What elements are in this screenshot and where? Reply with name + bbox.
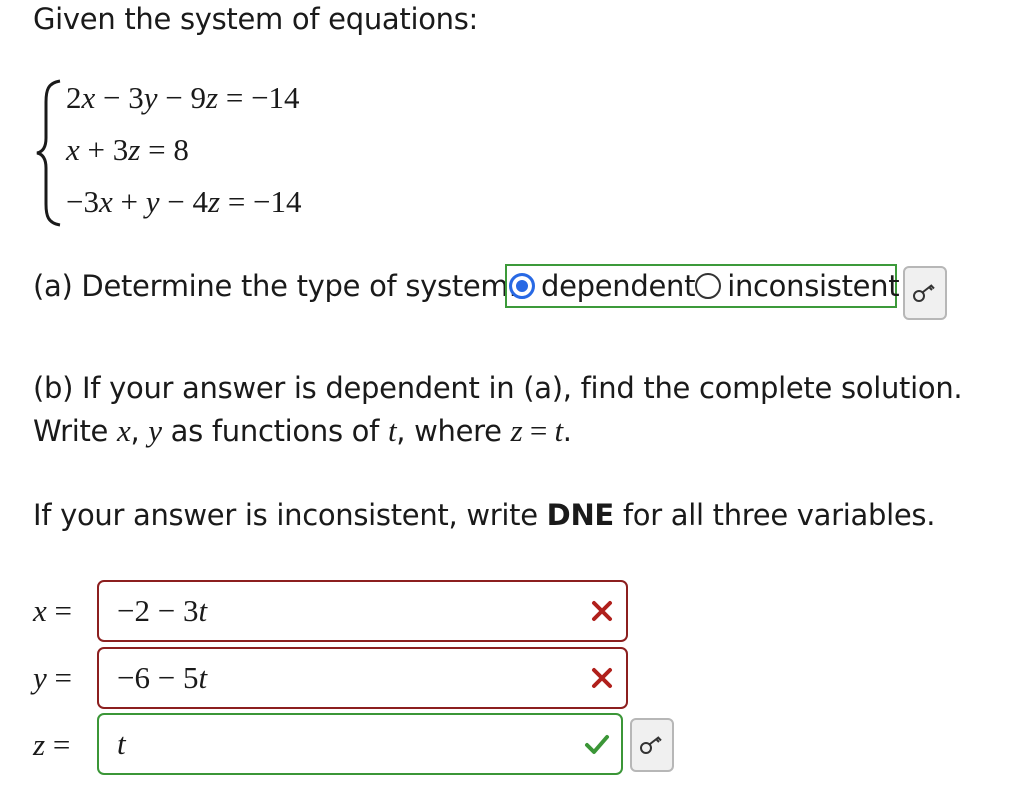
system-type-radio-group: dependent inconsistent [505, 264, 900, 308]
key-icon [913, 284, 935, 302]
intro-text: Given the system of equations: [33, 2, 479, 36]
radio-checked-icon[interactable] [509, 273, 535, 299]
left-brace-icon [34, 78, 64, 232]
part-b-line1: (b) If your answer is dependent in (a), … [33, 371, 963, 405]
part-a-prompt: (a) Determine the type of system: [33, 269, 518, 303]
radio-label-inconsistent: inconsistent [727, 269, 900, 303]
radio-label-dependent: dependent [541, 269, 696, 303]
equation-1: 2x − 3y − 9z = −14 [66, 80, 300, 115]
part-b-line2: Write x, y as functions of t, where z = … [33, 413, 572, 448]
cross-icon [582, 591, 622, 631]
y-label: y = [33, 660, 72, 695]
equation-2: x + 3z = 8 [66, 132, 189, 167]
key-icon [640, 736, 662, 754]
check-icon [577, 724, 617, 764]
y-answer-field[interactable]: −6 − 5t [97, 647, 628, 709]
radio-option-dependent[interactable]: dependent [509, 269, 695, 303]
x-answer-field[interactable]: −2 − 3t [97, 580, 628, 642]
equation-3: −3x + y − 4z = −14 [66, 184, 302, 219]
y-answer-value: −6 − 5 [117, 660, 199, 695]
x-answer-value: −2 − 3 [117, 593, 199, 628]
key-button-part-a[interactable] [903, 266, 947, 320]
z-answer-field[interactable]: t [97, 713, 623, 775]
cross-icon [582, 658, 622, 698]
radio-option-inconsistent[interactable]: inconsistent [695, 269, 900, 303]
dne-instruction: If your answer is inconsistent, write DN… [33, 498, 936, 532]
key-button-part-b[interactable] [630, 718, 674, 772]
radio-unchecked-icon[interactable] [695, 273, 722, 299]
z-label: z = [33, 727, 71, 762]
x-label: x = [33, 593, 72, 628]
